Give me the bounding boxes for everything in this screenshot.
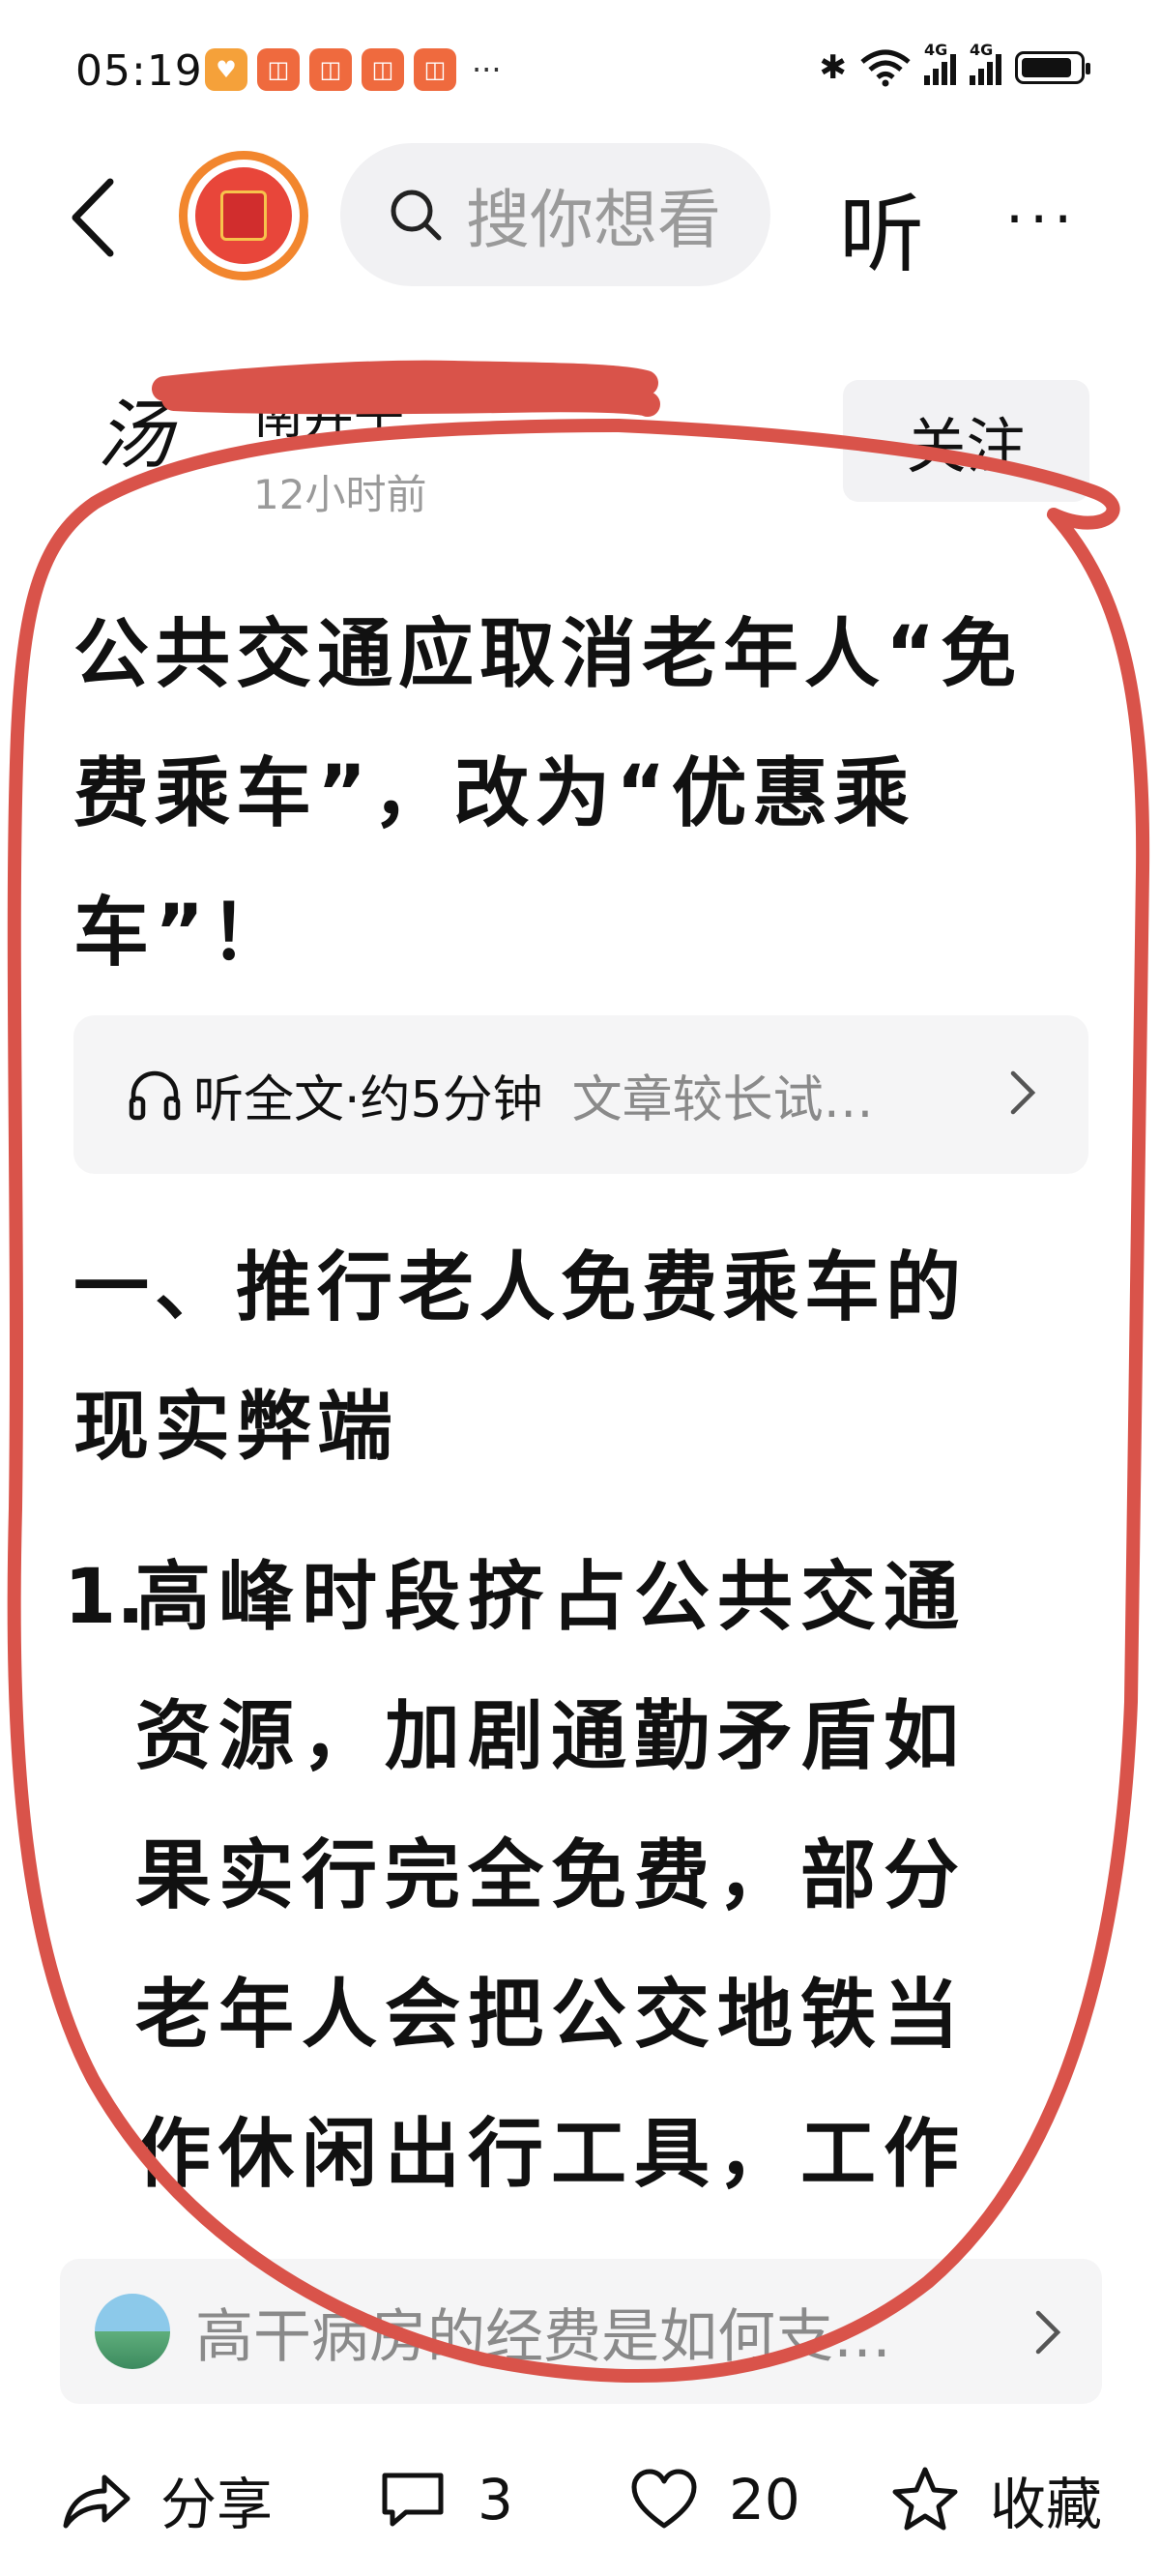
star-icon [892, 2467, 958, 2531]
redaction-scribble [152, 360, 660, 417]
bluetooth-icon: ✱ [819, 48, 848, 87]
comment-count: 3 [478, 2467, 513, 2532]
listen-hint: 文章较长试… [571, 1070, 874, 1129]
section-heading: 一、推行老人免费乘车的现实弊端 [73, 1244, 968, 1471]
like-count: 20 [729, 2467, 800, 2532]
system-icons: ✱ 4G 4G [819, 41, 1090, 87]
status-bar: 05:19 ♥ ◫ ◫ ◫ ◫ ··· ✱ 4G 4G [0, 0, 1160, 145]
search-placeholder: 搜你想看 [466, 183, 721, 257]
related-article-title: 高干病房的经费是如何支… [195, 2302, 891, 2371]
share-button[interactable]: 分享 [60, 2456, 273, 2543]
notification-icons: ♥ ◫ ◫ ◫ ◫ ··· [205, 48, 502, 91]
listen-full-article-card[interactable]: 听全文·约5分钟 文章较长试… [73, 1015, 1088, 1174]
listen-label: 听全文·约5分钟 [193, 1070, 543, 1129]
paragraph-body: 高峰时段挤占公共交通资源，加剧通勤矛盾如果实行完全免费，部分老年人会把公交地铁当… [135, 1554, 968, 2198]
author-avatar[interactable]: 汤 [97, 375, 193, 480]
signal-icon: 4G [924, 41, 956, 85]
heart-app-icon: ♥ [205, 48, 247, 91]
chevron-right-icon [1010, 1070, 1036, 1115]
battery-icon [1015, 51, 1090, 84]
app-logo-icon[interactable] [179, 151, 308, 280]
clock: 05:19 [75, 46, 203, 96]
listen-button[interactable]: 听 [839, 166, 924, 289]
favorite-label: 收藏 [990, 2472, 1103, 2537]
related-article-bar[interactable]: 高干病房的经费是如何支… [60, 2259, 1102, 2404]
share-icon [63, 2474, 130, 2529]
chevron-right-icon [1035, 2310, 1061, 2355]
related-thumbnail [95, 2294, 170, 2369]
like-button[interactable]: 20 [628, 2456, 800, 2543]
headphones-icon [129, 1070, 181, 1121]
follow-button[interactable]: 关注 [843, 380, 1089, 502]
bottom-action-bar: 分享 3 20 收藏 [0, 2427, 1160, 2576]
search-input[interactable]: 搜你想看 [340, 143, 770, 286]
back-arrow-icon[interactable] [60, 174, 128, 261]
publish-time: 12小时前 [253, 471, 427, 518]
share-label: 分享 [160, 2472, 274, 2537]
article-title: 公共交通应取消老年人“免费乘车”，改为“优惠乘车”！ [73, 611, 1023, 977]
paragraph-number: 1. [64, 1554, 145, 1641]
article-page: 05:19 ♥ ◫ ◫ ◫ ◫ ··· ✱ 4G 4G 搜你想看 听 ··· 汤… [0, 0, 1160, 2576]
app-icon: ◫ [414, 48, 456, 91]
more-options-icon[interactable]: ··· [1005, 186, 1078, 253]
app-icon: ◫ [362, 48, 404, 91]
signal-icon: 4G [970, 41, 1001, 85]
app-icon: ◫ [257, 48, 300, 91]
heart-icon [631, 2469, 697, 2529]
wifi-icon [860, 49, 911, 87]
comment-icon [382, 2473, 444, 2527]
favorite-button[interactable]: 收藏 [889, 2456, 1102, 2543]
app-icon: ◫ [309, 48, 352, 91]
search-icon [391, 190, 442, 241]
more-notifications-icon: ··· [472, 51, 502, 88]
author-name[interactable]: 南井子 [253, 375, 404, 448]
comment-button[interactable]: 3 [377, 2456, 513, 2543]
